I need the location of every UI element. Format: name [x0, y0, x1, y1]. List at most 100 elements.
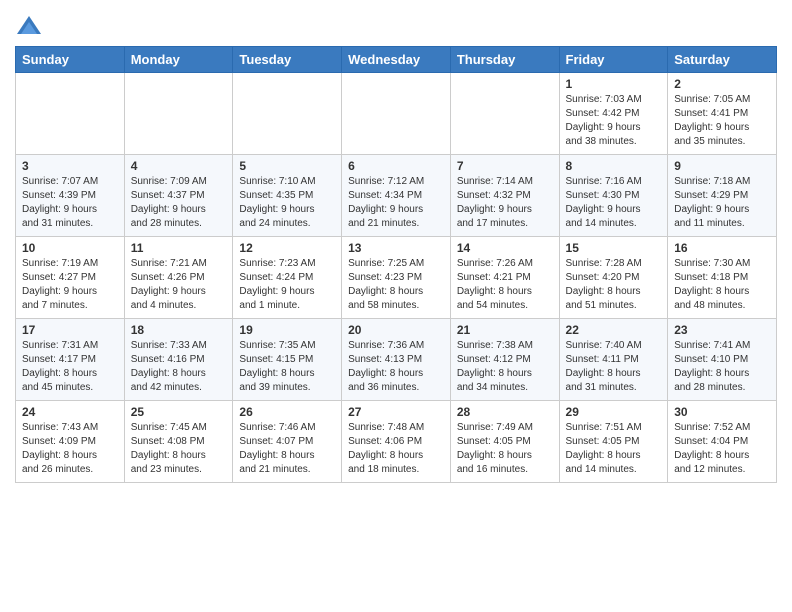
day-number: 19: [239, 323, 335, 337]
day-number: 6: [348, 159, 444, 173]
day-cell: 24 Sunrise: 7:43 AM Sunset: 4:09 PM Dayli…: [16, 401, 125, 483]
day-info: Sunrise: 7:51 AM Sunset: 4:05 PM Dayligh…: [566, 421, 662, 477]
day-number: 25: [131, 405, 227, 419]
day-info: Sunrise: 7:23 AM Sunset: 4:24 PM Dayligh…: [239, 257, 335, 313]
week-row-2: 3 Sunrise: 7:07 AM Sunset: 4:39 PM Daylig…: [16, 155, 777, 237]
day-number: 7: [457, 159, 553, 173]
day-info: Sunrise: 7:49 AM Sunset: 4:05 PM Dayligh…: [457, 421, 553, 477]
day-number: 4: [131, 159, 227, 173]
day-number: 2: [674, 77, 770, 91]
day-number: 22: [566, 323, 662, 337]
day-info: Sunrise: 7:31 AM Sunset: 4:17 PM Dayligh…: [22, 339, 118, 395]
header-cell-saturday: Saturday: [668, 47, 777, 73]
day-cell: 6 Sunrise: 7:12 AM Sunset: 4:34 PM Daylig…: [342, 155, 451, 237]
day-cell: 28 Sunrise: 7:49 AM Sunset: 4:05 PM Dayli…: [450, 401, 559, 483]
day-cell: 12 Sunrise: 7:23 AM Sunset: 4:24 PM Dayli…: [233, 237, 342, 319]
header-cell-wednesday: Wednesday: [342, 47, 451, 73]
day-info: Sunrise: 7:45 AM Sunset: 4:08 PM Dayligh…: [131, 421, 227, 477]
day-cell: 19 Sunrise: 7:35 AM Sunset: 4:15 PM Dayli…: [233, 319, 342, 401]
day-cell: 29Sunrise: 7:51 AM Sunset: 4:05 PM Dayli…: [559, 401, 668, 483]
logo-icon: [15, 14, 43, 42]
day-cell: [16, 73, 125, 155]
day-number: 18: [131, 323, 227, 337]
day-info: Sunrise: 7:30 AM Sunset: 4:18 PM Dayligh…: [674, 257, 770, 313]
day-number: 16: [674, 241, 770, 255]
day-cell: 26 Sunrise: 7:46 AM Sunset: 4:07 PM Dayli…: [233, 401, 342, 483]
day-cell: 11Sunrise: 7:21 AM Sunset: 4:26 PM Dayli…: [124, 237, 233, 319]
day-info: Sunrise: 7:28 AM Sunset: 4:20 PM Dayligh…: [566, 257, 662, 313]
day-cell: 2Sunrise: 7:05 AM Sunset: 4:41 PM Daylig…: [668, 73, 777, 155]
day-number: 14: [457, 241, 553, 255]
calendar-body: 1 Sunrise: 7:03 AM Sunset: 4:42 PM Daylig…: [16, 73, 777, 483]
day-info: Sunrise: 7:48 AM Sunset: 4:06 PM Dayligh…: [348, 421, 444, 477]
day-cell: 5 Sunrise: 7:10 AM Sunset: 4:35 PM Daylig…: [233, 155, 342, 237]
day-number: 23: [674, 323, 770, 337]
day-number: 26: [239, 405, 335, 419]
day-info: Sunrise: 7:43 AM Sunset: 4:09 PM Dayligh…: [22, 421, 118, 477]
week-row-5: 24 Sunrise: 7:43 AM Sunset: 4:09 PM Dayli…: [16, 401, 777, 483]
header-cell-tuesday: Tuesday: [233, 47, 342, 73]
day-info: Sunrise: 7:25 AM Sunset: 4:23 PM Dayligh…: [348, 257, 444, 313]
day-number: 3: [22, 159, 118, 173]
week-row-1: 1 Sunrise: 7:03 AM Sunset: 4:42 PM Daylig…: [16, 73, 777, 155]
day-cell: [233, 73, 342, 155]
day-info: Sunrise: 7:07 AM Sunset: 4:39 PM Dayligh…: [22, 175, 118, 231]
day-cell: [342, 73, 451, 155]
day-number: 10: [22, 241, 118, 255]
day-info: Sunrise: 7:16 AM Sunset: 4:30 PM Dayligh…: [566, 175, 662, 231]
day-cell: 25 Sunrise: 7:45 AM Sunset: 4:08 PM Dayli…: [124, 401, 233, 483]
day-number: 9: [674, 159, 770, 173]
day-cell: 21Sunrise: 7:38 AM Sunset: 4:12 PM Dayli…: [450, 319, 559, 401]
header-cell-sunday: Sunday: [16, 47, 125, 73]
day-cell: 8 Sunrise: 7:16 AM Sunset: 4:30 PM Daylig…: [559, 155, 668, 237]
day-info: Sunrise: 7:18 AM Sunset: 4:29 PM Dayligh…: [674, 175, 770, 231]
day-cell: 1 Sunrise: 7:03 AM Sunset: 4:42 PM Daylig…: [559, 73, 668, 155]
day-cell: 14Sunrise: 7:26 AM Sunset: 4:21 PM Dayli…: [450, 237, 559, 319]
day-cell: [124, 73, 233, 155]
header-cell-friday: Friday: [559, 47, 668, 73]
day-number: 30: [674, 405, 770, 419]
day-number: 15: [566, 241, 662, 255]
day-info: Sunrise: 7:52 AM Sunset: 4:04 PM Dayligh…: [674, 421, 770, 477]
day-cell: 3 Sunrise: 7:07 AM Sunset: 4:39 PM Daylig…: [16, 155, 125, 237]
day-number: 8: [566, 159, 662, 173]
day-number: 17: [22, 323, 118, 337]
day-info: Sunrise: 7:46 AM Sunset: 4:07 PM Dayligh…: [239, 421, 335, 477]
day-number: 5: [239, 159, 335, 173]
calendar-header: SundayMondayTuesdayWednesdayThursdayFrid…: [16, 47, 777, 73]
day-info: Sunrise: 7:10 AM Sunset: 4:35 PM Dayligh…: [239, 175, 335, 231]
day-cell: 16 Sunrise: 7:30 AM Sunset: 4:18 PM Dayli…: [668, 237, 777, 319]
day-number: 28: [457, 405, 553, 419]
day-number: 20: [348, 323, 444, 337]
day-info: Sunrise: 7:12 AM Sunset: 4:34 PM Dayligh…: [348, 175, 444, 231]
day-number: 24: [22, 405, 118, 419]
day-info: Sunrise: 7:14 AM Sunset: 4:32 PM Dayligh…: [457, 175, 553, 231]
week-row-3: 10Sunrise: 7:19 AM Sunset: 4:27 PM Dayli…: [16, 237, 777, 319]
day-number: 27: [348, 405, 444, 419]
day-info: Sunrise: 7:38 AM Sunset: 4:12 PM Dayligh…: [457, 339, 553, 395]
day-cell: 18 Sunrise: 7:33 AM Sunset: 4:16 PM Dayli…: [124, 319, 233, 401]
day-cell: 10Sunrise: 7:19 AM Sunset: 4:27 PM Dayli…: [16, 237, 125, 319]
day-cell: 7 Sunrise: 7:14 AM Sunset: 4:32 PM Daylig…: [450, 155, 559, 237]
header-cell-monday: Monday: [124, 47, 233, 73]
day-info: Sunrise: 7:35 AM Sunset: 4:15 PM Dayligh…: [239, 339, 335, 395]
day-cell: 9 Sunrise: 7:18 AM Sunset: 4:29 PM Daylig…: [668, 155, 777, 237]
day-number: 12: [239, 241, 335, 255]
day-cell: 17 Sunrise: 7:31 AM Sunset: 4:17 PM Dayli…: [16, 319, 125, 401]
day-info: Sunrise: 7:36 AM Sunset: 4:13 PM Dayligh…: [348, 339, 444, 395]
day-cell: 22Sunrise: 7:40 AM Sunset: 4:11 PM Dayli…: [559, 319, 668, 401]
day-cell: 27 Sunrise: 7:48 AM Sunset: 4:06 PM Dayli…: [342, 401, 451, 483]
day-cell: 20 Sunrise: 7:36 AM Sunset: 4:13 PM Dayli…: [342, 319, 451, 401]
day-number: 1: [566, 77, 662, 91]
logo: [15, 14, 47, 42]
day-info: Sunrise: 7:21 AM Sunset: 4:26 PM Dayligh…: [131, 257, 227, 313]
day-cell: [450, 73, 559, 155]
header-cell-thursday: Thursday: [450, 47, 559, 73]
day-number: 13: [348, 241, 444, 255]
calendar-table: SundayMondayTuesdayWednesdayThursdayFrid…: [15, 46, 777, 483]
day-cell: 13 Sunrise: 7:25 AM Sunset: 4:23 PM Dayli…: [342, 237, 451, 319]
day-info: Sunrise: 7:03 AM Sunset: 4:42 PM Dayligh…: [566, 93, 662, 149]
day-info: Sunrise: 7:33 AM Sunset: 4:16 PM Dayligh…: [131, 339, 227, 395]
header: [15, 10, 777, 42]
page-container: SundayMondayTuesdayWednesdayThursdayFrid…: [0, 0, 792, 488]
